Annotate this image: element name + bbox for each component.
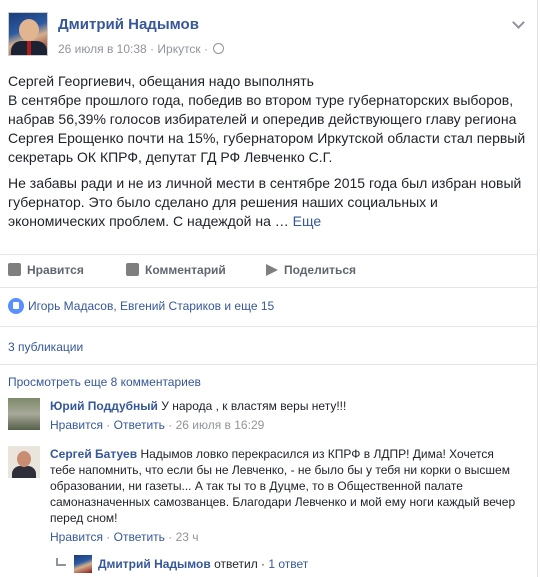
likers-text: Игорь Мадасов, Евгений Стариков и еще 15 [28, 299, 275, 313]
comment-reply-link[interactable]: Ответить [114, 530, 165, 544]
commenter-name[interactable]: Сергей Батуев [50, 447, 137, 461]
meta-separator: · [204, 42, 209, 56]
post-meta: 26 июля в 10:38 · Иркутск · [58, 42, 225, 56]
post-paragraph-2-text: Не забавы ради и не из личной мести в се… [8, 175, 522, 229]
comment-icon [126, 263, 139, 276]
share-arrow-icon [266, 264, 278, 276]
globe-icon [213, 43, 225, 54]
post-date[interactable]: 26 июля в 10:38 [58, 42, 147, 56]
commenter-avatar[interactable] [8, 446, 40, 478]
likers-summary[interactable]: Игорь Мадасов, Евгений Стариков и еще 15 [8, 298, 274, 314]
comment-text: У народа , к властям веры нету!!! [161, 399, 347, 413]
post-text: Сергей Георгиевич, обещания надо выполня… [8, 72, 528, 238]
like-button[interactable]: Нравится [8, 263, 84, 277]
view-more-comments-link[interactable]: Просмотреть еще 8 комментариев [8, 375, 201, 389]
comment-reply-link[interactable]: Ответить [114, 418, 165, 432]
comment-body: Юрий Поддубный У народа , к властям веры… [50, 398, 520, 433]
comment-actions: Нравится · Ответить · 26 июля в 16:29 [50, 418, 265, 432]
comment-time[interactable]: 26 июля в 16:29 [176, 418, 265, 432]
share-button[interactable]: Поделиться [266, 263, 356, 277]
replies-link[interactable]: Дмитрий Надымов ответил · 1 ответ [56, 555, 308, 573]
comment-content: Юрий Поддубный У народа , к властям веры… [50, 398, 520, 414]
comment-like-link[interactable]: Нравится [50, 418, 103, 432]
comment-body: Сергей Батуев Надымов ловко перекрасился… [50, 446, 520, 545]
reply-count: 1 ответ [268, 557, 309, 571]
divider [0, 326, 538, 327]
comment-actions: Нравится · Ответить · 23 ч [50, 530, 199, 544]
comment-content: Сергей Батуев Надымов ловко перекрасился… [50, 446, 520, 526]
author-avatar[interactable] [8, 12, 48, 56]
reply-verb: ответил [214, 557, 258, 571]
commenter-name[interactable]: Юрий Поддубный [50, 399, 158, 413]
post-location[interactable]: Иркутск [157, 42, 200, 56]
shares-count[interactable]: 3 публикации [8, 340, 83, 354]
thumbs-up-icon [8, 263, 21, 276]
post-actions: Нравится Комментарий Поделиться [0, 254, 538, 288]
chevron-down-icon[interactable] [512, 16, 525, 29]
post-paragraph-1: Сергей Георгиевич, обещания надо выполня… [8, 73, 526, 165]
post-paragraph-2: Не забавы ради и не из личной мести в се… [8, 174, 528, 231]
meta-separator: · [150, 42, 155, 56]
like-reaction-icon [8, 298, 24, 314]
reply-avatar [74, 555, 92, 573]
comment-like-link[interactable]: Нравится [50, 530, 103, 544]
comment-button[interactable]: Комментарий [126, 263, 226, 277]
reply-arrow-icon [56, 558, 66, 566]
divider [0, 364, 538, 365]
share-label: Поделиться [284, 263, 357, 277]
reply-author: Дмитрий Надымов [98, 557, 211, 571]
comment-label: Комментарий [145, 263, 226, 277]
post-card: Дмитрий Надымов 26 июля в 10:38 · Иркутс… [0, 0, 538, 577]
like-label: Нравится [27, 263, 84, 277]
comment-time[interactable]: 23 ч [176, 530, 199, 544]
see-more-link[interactable]: Еще [293, 213, 322, 229]
commenter-avatar[interactable] [8, 398, 40, 430]
author-name[interactable]: Дмитрий Надымов [58, 16, 199, 33]
